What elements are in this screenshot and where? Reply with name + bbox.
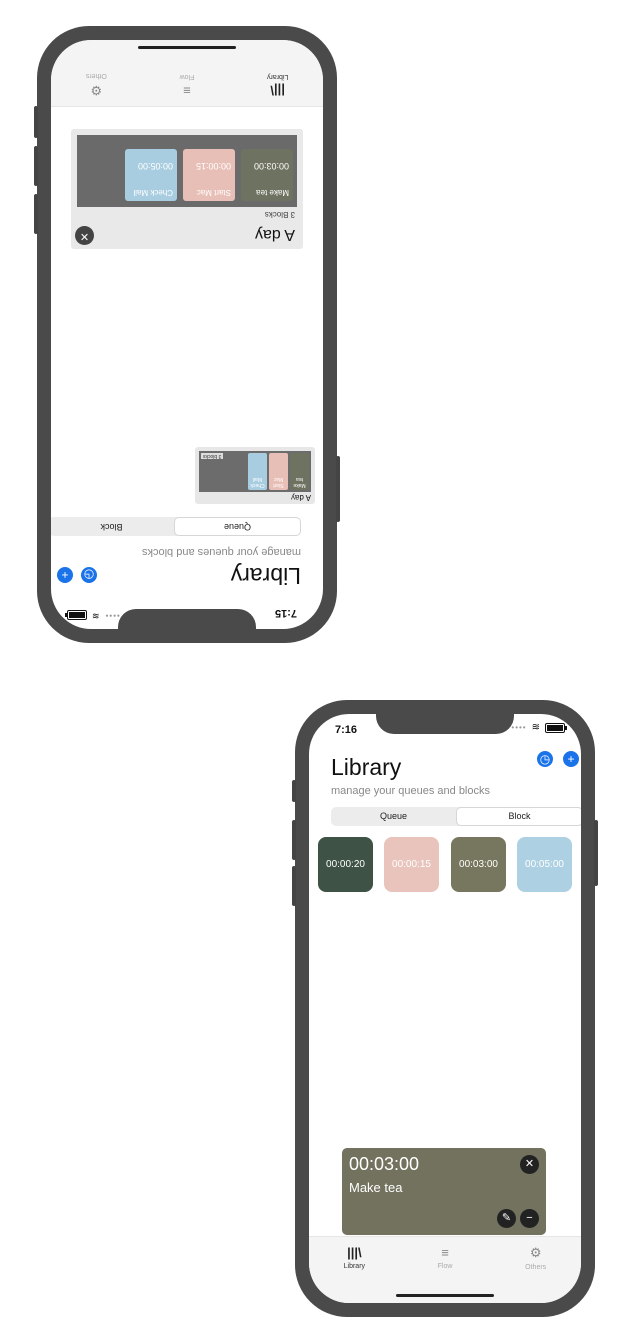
queue-name: A day [290,493,311,502]
library-icon: |||\ [270,83,285,98]
gear-icon: ⚙ [529,1245,542,1260]
tab-library[interactable]: |||\ Library [309,1237,400,1303]
close-icon[interactable]: ✕ [520,1155,539,1174]
page-subtitle: manage your queues and blocks [331,785,490,797]
block-count-badge: 3 blocks [201,453,224,459]
tab-library[interactable]: |||\ Library [232,40,323,106]
battery-icon [67,610,87,621]
block-tile[interactable]: 00:00:15 [384,837,439,892]
queue-list: A day Make tea Start Mac Check Mail 3 bl… [195,447,315,504]
timer-button[interactable]: ◷ [537,751,553,767]
status-time: 7:15 [274,607,297,619]
queue-detail-count: 3 Blocks [264,210,295,219]
mini-block: Start Mac [269,453,288,490]
detail-block[interactable]: Make tea 00:03:00 [241,149,293,201]
segmented-control: Queue Block [51,517,301,536]
block-tile[interactable]: 00:00:20 [318,837,373,892]
flow-icon: ≡ [183,83,191,98]
block-tile[interactable]: 00:03:00 [451,837,506,892]
gear-icon: ⚙ [90,83,103,98]
tab-others[interactable]: ⚙ Others [51,40,142,106]
tab-queue[interactable]: Queue [331,807,456,826]
battery-icon [545,722,567,733]
phone-bottom: 7:16 •••• ≋ Library manage your queues a… [292,700,598,1317]
tab-queue[interactable]: Queue [175,518,300,535]
tab-bar: |||\ Library ≡ Flow ⚙ Others [309,1236,581,1303]
detail-block[interactable]: Start Mac 00:00:15 [183,149,235,201]
tab-bar: |||\ Library ≡ Flow ⚙ Others [51,40,323,107]
screen-top: 7:15 •••• ≋ Library manage your queues a… [51,40,323,629]
close-icon[interactable]: ✕ [75,226,94,245]
flow-icon: ≡ [441,1245,449,1260]
home-indicator [138,46,236,49]
page-subtitle: manage your queues and blocks [142,546,301,558]
timer-button[interactable]: ◷ [81,567,97,583]
tab-flow[interactable]: ≡ Flow [142,40,233,106]
detail-block[interactable]: Check Mail 00:05:00 [125,149,177,201]
phone-top: 7:15 •••• ≋ Library manage your queues a… [34,26,340,643]
library-icon: |||\ [347,1245,362,1260]
minus-icon[interactable]: − [520,1209,539,1228]
active-block-time: 00:03:00 [349,1154,420,1174]
status-icons: •••• ≋ [67,610,120,621]
add-button[interactable]: + [57,567,73,583]
pencil-icon[interactable]: ✎ [497,1209,516,1228]
mini-block: Check Mail [248,453,267,490]
tab-block[interactable]: Block [457,808,581,825]
queue-detail-card: A day 3 Blocks Make tea 00:03:00 Start M… [71,79,303,249]
mini-block: Make tea [290,453,309,490]
page-title: Library [230,563,301,589]
home-indicator [396,1294,494,1297]
queue-detail-title: A day [254,226,295,243]
tab-block[interactable]: Block [51,517,174,536]
status-time: 7:16 [335,724,358,736]
wifi-icon: ≋ [531,722,540,733]
screen-bottom: 7:16 •••• ≋ Library manage your queues a… [309,714,581,1303]
segmented-control: Queue Block [331,807,581,826]
add-button[interactable]: + [563,751,579,767]
tab-others[interactable]: ⚙ Others [490,1237,581,1303]
queue-card[interactable]: A day Make tea Start Mac Check Mail 3 bl… [195,447,315,504]
status-icons: •••• ≋ [511,722,567,733]
block-tile[interactable]: 00:05:00 [517,837,572,892]
active-block-card[interactable]: 00:03:00 Make tea ✕ ✎ − [342,1148,546,1235]
page-title: Library [331,754,402,780]
active-block-name: Make tea [349,1180,403,1195]
